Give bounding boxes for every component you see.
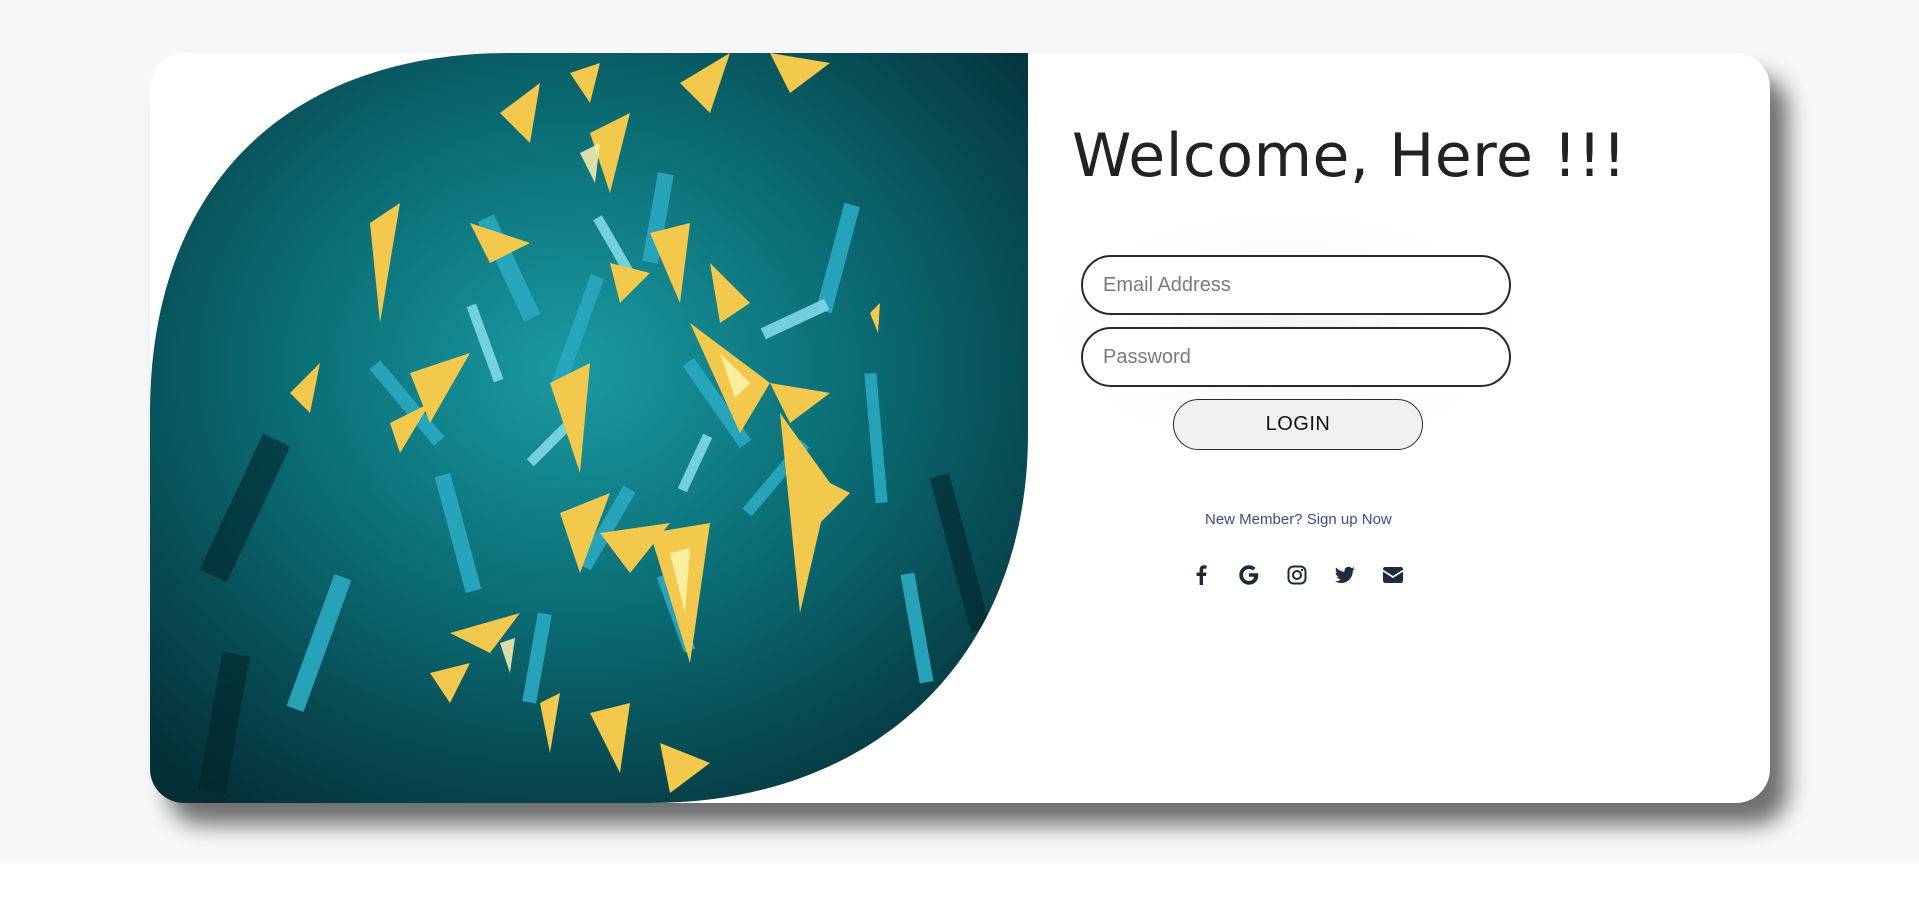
facebook-icon[interactable] bbox=[1190, 564, 1212, 586]
login-card: Welcome, Here !!! LOGIN New Member? Sign… bbox=[150, 53, 1770, 803]
envelope-icon[interactable] bbox=[1382, 564, 1404, 586]
google-icon[interactable] bbox=[1238, 564, 1260, 586]
instagram-icon[interactable] bbox=[1286, 564, 1308, 586]
page-title: Welcome, Here !!! bbox=[1072, 121, 1627, 191]
password-field[interactable] bbox=[1081, 327, 1511, 387]
hero-artwork bbox=[150, 53, 1028, 803]
signup-link[interactable]: New Member? Sign up Now bbox=[1205, 511, 1392, 528]
login-button[interactable]: LOGIN bbox=[1173, 399, 1423, 450]
social-links bbox=[1190, 561, 1404, 589]
twitter-icon[interactable] bbox=[1334, 564, 1356, 586]
email-field[interactable] bbox=[1081, 255, 1511, 315]
